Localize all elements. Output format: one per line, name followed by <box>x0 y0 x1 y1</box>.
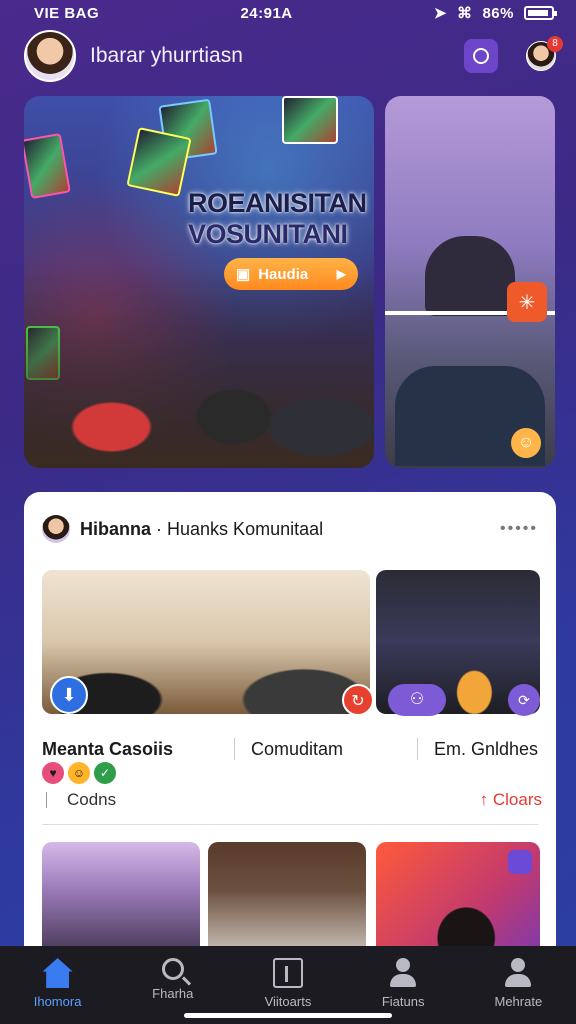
status-bar: VIE BAG 24:91A ➤ ⌘ 86% <box>0 0 576 26</box>
home-badge: 1 <box>68 958 73 966</box>
smile-reaction-icon: ☺ <box>68 762 90 784</box>
ticket-icon: ▣ <box>236 266 251 283</box>
group-icon[interactable]: ⚇ <box>388 684 446 716</box>
feed-title: Hibanna · Huanks Komunitaal <box>80 519 323 540</box>
floating-photo-frame <box>126 127 192 197</box>
hero-cta-button[interactable]: ▣ Haudia ▶ <box>224 258 358 290</box>
reactions[interactable]: ♥ ☺ ✓ <box>42 762 116 784</box>
tab-label: Fharha <box>152 986 194 1001</box>
tab-label: Mehrate <box>494 994 543 1009</box>
feed-meta: Codns ↑ Cloars <box>46 790 542 810</box>
battery-percent: 86% <box>482 4 514 22</box>
tab-home[interactable]: 1 Ihomora <box>3 958 113 1009</box>
tab-visitors[interactable]: Viitoarts <box>233 958 343 1009</box>
clock: 24:91A <box>240 4 293 22</box>
thumbnail-photo[interactable] <box>376 842 540 962</box>
tab-features[interactable]: Fiatuns <box>348 958 458 1009</box>
carrier-label: VIE BAG <box>34 4 100 22</box>
feed-divider <box>42 824 538 825</box>
community-feed-card: Hibanna · Huanks Komunitaal ••••• ⬇ ↻ ⚇ … <box>24 492 556 962</box>
app-badge-icon <box>508 850 532 874</box>
home-icon: 1 <box>42 958 73 988</box>
floating-photo-frame <box>282 96 338 144</box>
hero-title: ROEANISITAN VOSUNITANI <box>188 188 367 250</box>
sync-icon[interactable]: ⟳ <box>508 684 540 716</box>
clears-label: Cloars <box>492 790 542 809</box>
feed-title-rest: · Huanks Komunitaal <box>156 518 324 539</box>
more-icon[interactable]: ••••• <box>500 520 538 538</box>
hero-photo <box>24 263 374 468</box>
thumbnail-photo[interactable] <box>42 842 200 962</box>
tab-label: Fiatuns <box>381 994 425 1009</box>
feed-header: Hibanna · Huanks Komunitaal ••••• <box>24 492 556 548</box>
tab-label: Viitoarts <box>264 994 312 1009</box>
app-header: Ibarar yhurrtiasn 8 <box>0 30 576 82</box>
hero-title-line1: ROEANISITAN <box>188 188 367 218</box>
status-icons: ➤ ⌘ 86% <box>433 4 557 22</box>
search-icon <box>161 958 184 980</box>
comments-link[interactable]: Codns <box>67 790 116 810</box>
signal-icon: ⌘ <box>456 5 473 22</box>
hero-cta-label: Haudia <box>258 265 309 283</box>
location-pin-icon[interactable]: ⬇ <box>50 676 88 714</box>
arrow-up-icon: ↑ <box>479 790 493 809</box>
floating-photo-frame <box>24 132 71 200</box>
feed-label-1[interactable]: Meanta Casoiis <box>42 739 218 760</box>
label-separator <box>234 738 235 760</box>
thumbnail-photo[interactable] <box>208 842 366 962</box>
location-icon: ➤ <box>433 5 447 22</box>
user-icon <box>388 958 418 988</box>
heart-reaction-icon: ♥ <box>42 762 64 784</box>
bottom-tab-bar: 1 Ihomora Fharha Viitoarts Fiatuns Mehra… <box>0 946 576 1024</box>
play-icon: ▶ <box>336 267 346 281</box>
hero-title-line2: VOSUNITANI <box>188 219 348 250</box>
feed-label-2[interactable]: Comuditam <box>251 739 401 760</box>
chart-icon <box>272 958 303 988</box>
user-avatar[interactable] <box>24 30 76 82</box>
notifications-avatar[interactable]: 8 <box>526 36 563 71</box>
clears-button[interactable]: ↑ Cloars <box>480 790 542 810</box>
refresh-icon[interactable]: ↻ <box>342 684 374 716</box>
feed-label-3[interactable]: Em. Gnldhes <box>434 739 538 760</box>
side-feature-card[interactable]: ✳ ☺ <box>385 96 555 468</box>
battery-icon <box>524 6 557 20</box>
emoji-icon[interactable]: ☺ <box>511 428 541 458</box>
feed-photo-main[interactable] <box>42 570 370 714</box>
side-photo-top <box>425 236 515 316</box>
sparkle-icon[interactable]: ✳ <box>507 282 547 322</box>
home-indicator[interactable] <box>184 1013 392 1018</box>
label-separator <box>417 738 418 760</box>
tab-search[interactable]: Fharha <box>118 958 228 1001</box>
profile-icon <box>503 958 533 988</box>
check-reaction-icon: ✓ <box>94 762 116 784</box>
feed-avatar[interactable] <box>42 515 70 543</box>
hero-banner[interactable]: ROEANISITAN VOSUNITANI ▣ Haudia ▶ <box>24 96 374 468</box>
tab-label: Ihomora <box>33 994 82 1009</box>
meta-separator <box>46 792 47 808</box>
feed-labels: Meanta Casoiis Comuditam Em. Gnldhes <box>42 738 542 760</box>
circle-icon <box>473 48 489 64</box>
record-button[interactable] <box>464 39 498 73</box>
notification-badge: 8 <box>547 36 563 52</box>
tab-profile[interactable]: Mehrate <box>463 958 573 1009</box>
feed-title-bold: Hibanna <box>80 518 152 539</box>
page-title: Ibarar yhurrtiasn <box>90 44 243 67</box>
